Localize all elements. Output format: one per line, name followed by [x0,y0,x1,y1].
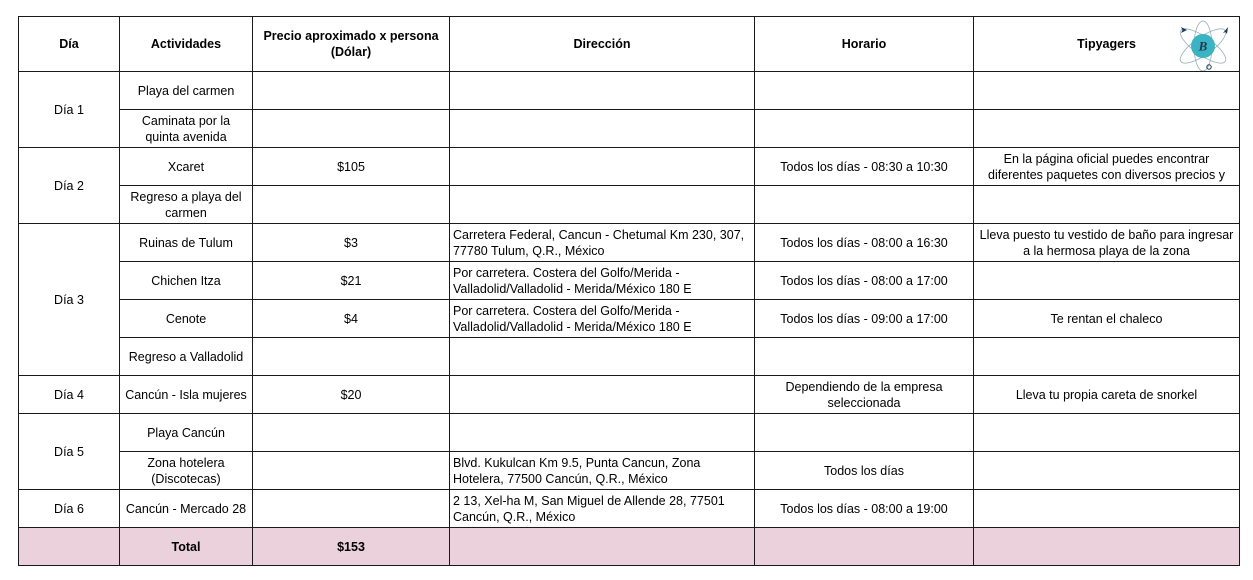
header-dia: Día [18,16,120,72]
price-cell: $3 [252,223,450,262]
address-cell: Blvd. Kukulcan Km 9.5, Punta Cancun, Zon… [449,451,755,490]
tip-cell: Lleva tu propia careta de snorkel [973,375,1240,414]
schedule-cell: Todos los días - 09:00 a 17:00 [754,299,974,338]
table-row: Cenote $4 Por carretera. Costera del Gol… [19,299,1240,338]
logo-letter: B [1198,39,1208,54]
price-cell [252,451,450,490]
address-cell [449,109,755,148]
tip-cell [973,413,1240,452]
price-cell: $20 [252,375,450,414]
total-label: Total [119,527,253,566]
activity-cell: Zona hotelera (Discotecas) [119,451,253,490]
tip-cell: En la página oficial puedes encontrar di… [973,147,1240,186]
total-empty-cell [754,527,974,566]
activity-cell: Chichen Itza [119,261,253,300]
activity-cell: Regreso a playa del carmen [119,185,253,224]
table-row: Zona hotelera (Discotecas) Blvd. Kukulca… [19,451,1240,490]
header-actividades: Actividades [119,16,253,72]
table-row: Regreso a Valladolid [19,337,1240,376]
activity-cell: Caminata por la quinta avenida [119,109,253,148]
itinerary-table: Día Actividades Precio aproximado x pers… [18,16,1240,566]
schedule-cell [754,413,974,452]
total-price: $153 [252,527,450,566]
address-cell: 2 13, Xel-ha M, San Miguel de Allende 28… [449,489,755,528]
table-row: Regreso a playa del carmen [19,185,1240,224]
address-cell: Por carretera. Costera del Golfo/Merida … [449,299,755,338]
schedule-cell [754,109,974,148]
price-cell: $4 [252,299,450,338]
tip-cell [973,489,1240,528]
schedule-cell: Todos los días - 08:00 a 19:00 [754,489,974,528]
schedule-cell [754,337,974,376]
day-cell: Día 6 [18,489,120,528]
address-cell: Carretera Federal, Cancun - Chetumal Km … [449,223,755,262]
day-cell: Día 3 [18,223,120,376]
total-row: Total $153 [18,527,1240,566]
activity-cell: Playa Cancún [119,413,253,452]
tip-cell [973,261,1240,300]
schedule-cell [754,185,974,224]
day-cell: Día 2 [18,147,120,224]
tip-cell [973,451,1240,490]
address-cell [449,413,755,452]
header-tipyagers-label: Tipyagers [1077,37,1136,51]
table-row: Chichen Itza $21 Por carretera. Costera … [19,261,1240,300]
tip-cell: Te rentan el chaleco [973,299,1240,338]
activity-cell: Cenote [119,299,253,338]
tip-cell [973,109,1240,148]
activity-cell: Cancún - Mercado 28 [119,489,253,528]
schedule-cell: Todos los días [754,451,974,490]
activity-cell: Playa del carmen [119,71,253,110]
day-cell: Día 4 [18,375,120,414]
table-row: Día 6 Cancún - Mercado 28 2 13, Xel-ha M… [18,489,1240,528]
tip-cell [973,185,1240,224]
day-cell: Día 1 [18,71,120,148]
total-empty-cell [973,527,1240,566]
travel-logo-icon: B [1179,20,1228,71]
table-row: Día 4 Cancún - Isla mujeres $20 Dependie… [18,375,1240,414]
activity-cell: Ruinas de Tulum [119,223,253,262]
price-cell: $105 [252,147,450,186]
schedule-cell [754,71,974,110]
table-row: Día 3 Ruinas de Tulum $3 Carretera Feder… [18,223,1240,376]
total-empty-cell [18,527,120,566]
activity-cell: Xcaret [119,147,253,186]
header-horario: Horario [754,16,974,72]
activity-cell: Regreso a Valladolid [119,337,253,376]
price-cell [252,71,450,110]
address-cell: Por carretera. Costera del Golfo/Merida … [449,261,755,300]
schedule-cell: Dependiendo de la empresa seleccionada [754,375,974,414]
total-empty-cell [449,527,755,566]
tip-cell [973,71,1240,110]
tip-cell: Lleva puesto tu vestido de baño para ing… [973,223,1240,262]
price-cell [252,337,450,376]
header-row: Día Actividades Precio aproximado x pers… [18,16,1240,72]
address-cell [449,375,755,414]
address-cell [449,71,755,110]
schedule-cell: Todos los días - 08:00 a 17:00 [754,261,974,300]
schedule-cell: Todos los días - 08:30 a 10:30 [754,147,974,186]
address-cell [449,147,755,186]
price-cell [252,185,450,224]
activity-cell: Cancún - Isla mujeres [119,375,253,414]
header-precio: Precio aproximado x persona (Dólar) [252,16,450,72]
table-row: Caminata por la quinta avenida [19,109,1240,148]
address-cell [449,185,755,224]
price-cell [252,413,450,452]
price-cell [252,109,450,148]
table-row: Día 1 Playa del carmen [18,71,1240,148]
schedule-cell: Todos los días - 08:00 a 16:30 [754,223,974,262]
table-row: Día 5 Playa Cancún [18,413,1240,490]
tip-cell [973,337,1240,376]
price-cell: $21 [252,261,450,300]
price-cell [252,489,450,528]
day-cell: Día 5 [18,413,120,490]
table-row: Día 2 Xcaret $105 Todos los días - 08:30… [18,147,1240,224]
header-direccion: Dirección [449,16,755,72]
address-cell [449,337,755,376]
header-tipyagers: Tipyagers B [973,16,1240,72]
